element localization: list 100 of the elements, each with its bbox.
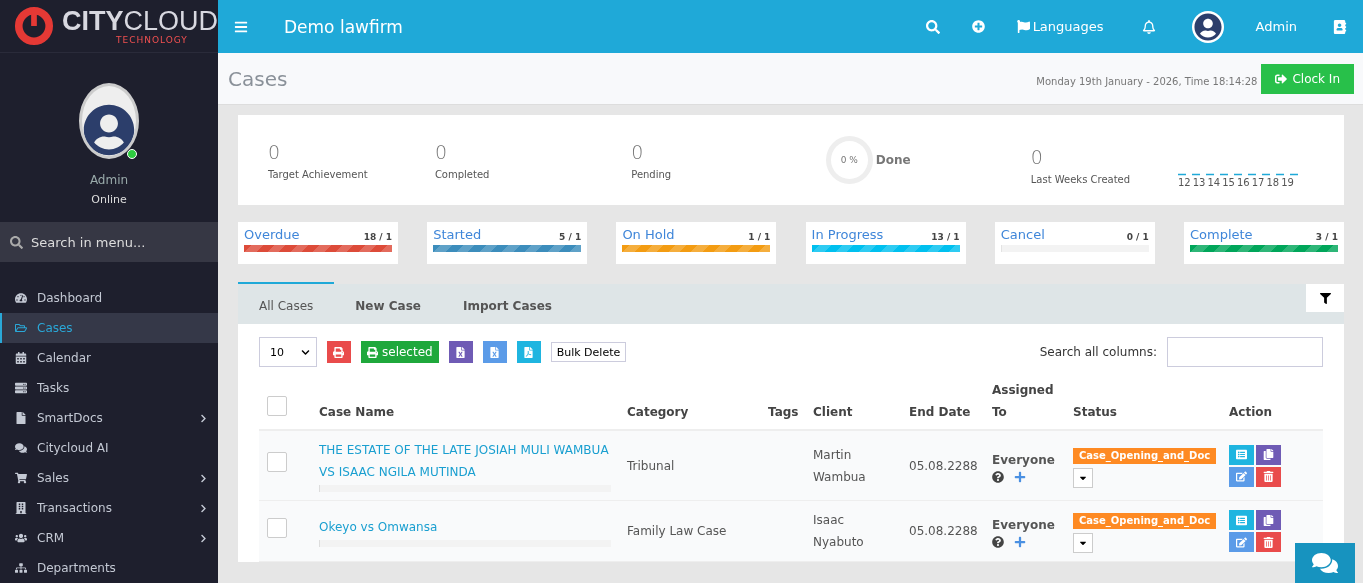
printer-icon — [367, 346, 378, 358]
sidebar-item[interactable]: Sales — [0, 463, 218, 493]
view-button[interactable] — [1229, 510, 1254, 530]
excel-button[interactable] — [482, 341, 507, 363]
status-badge: Case_Opening_and_Doc — [1073, 513, 1217, 529]
tab[interactable]: New Case — [334, 282, 442, 324]
brand-tagline: TECHNOLOGY — [115, 34, 189, 45]
chevron-icon — [301, 347, 310, 357]
status-badge: Case_Opening_and_Doc — [1073, 447, 1217, 464]
menu-search-field[interactable]: Search in menu... — [0, 222, 218, 262]
table-cell: Isaac Nyabuto — [805, 500, 901, 562]
filter-button[interactable] — [1306, 284, 1344, 312]
copy-button[interactable] — [1256, 510, 1281, 530]
table-cell: Martin Wambua — [805, 430, 901, 501]
stat-label: Completed — [434, 168, 491, 180]
edit-button[interactable] — [1229, 532, 1254, 552]
users-icon — [15, 532, 27, 544]
copy-icon — [1263, 449, 1274, 460]
trash-icon — [1263, 536, 1274, 548]
progress-ring: 0 % — [825, 136, 873, 184]
help-icon[interactable] — [992, 470, 1004, 483]
edit-button[interactable] — [1229, 466, 1254, 487]
search-label: Search all columns: — [1039, 345, 1157, 359]
status-count: 0 / 1 — [1126, 232, 1149, 242]
status-label: Overdue — [244, 227, 300, 242]
plus-icon[interactable] — [1014, 536, 1026, 548]
search-icon — [10, 235, 23, 249]
stat-value: 0 — [631, 140, 645, 163]
status-dropdown[interactable] — [1073, 467, 1093, 488]
delete-button[interactable] — [1256, 466, 1281, 487]
view-button[interactable] — [1229, 444, 1254, 465]
chat-icon — [15, 442, 27, 454]
chat-button[interactable] — [1295, 543, 1355, 583]
stat-value: 0 — [434, 140, 448, 163]
building-icon — [15, 502, 27, 514]
assigned-text: Everyone — [992, 517, 1056, 534]
status-count: 3 / 1 — [1315, 232, 1338, 242]
calendar-icon — [15, 352, 27, 364]
bulk-delete-button[interactable]: Bulk Delete — [550, 342, 627, 362]
status-dropdown[interactable] — [1073, 533, 1093, 553]
app-title: Demo lawfirm — [284, 16, 404, 37]
trash-icon — [1263, 471, 1274, 482]
copy-button[interactable] — [1256, 444, 1281, 465]
status-label: In Progress — [811, 227, 884, 242]
delete-button[interactable] — [1256, 532, 1281, 552]
sidebar-item[interactable]: Tasks — [0, 373, 218, 403]
menu-icon[interactable] — [234, 19, 248, 34]
cart-icon — [15, 472, 27, 484]
plus-icon[interactable] — [1014, 470, 1026, 483]
notebook-icon[interactable] — [1333, 19, 1347, 34]
filter-icon — [1319, 292, 1331, 304]
status-count: 13 / 1 — [931, 232, 960, 242]
sidebar-item[interactable]: CRM — [0, 523, 218, 553]
sidebar-item[interactable]: Cases — [0, 313, 218, 343]
checkbox[interactable] — [267, 396, 287, 416]
sidebar-item[interactable]: Departments — [0, 553, 218, 583]
table-cell: Tribunal — [619, 430, 760, 501]
list-icon — [1236, 514, 1247, 526]
done-label: Done — [875, 153, 911, 167]
stat-value: 0 — [1030, 145, 1044, 168]
sign-in-icon — [1275, 72, 1288, 85]
day-label: 14 — [1207, 176, 1221, 188]
checkbox[interactable] — [267, 517, 287, 538]
list-icon — [1236, 449, 1247, 460]
plus-icon[interactable] — [971, 20, 985, 33]
excel-file-icon — [454, 346, 466, 358]
stat-label: Target Achievement — [268, 168, 369, 180]
stat-label: Last Weeks Created — [1030, 173, 1132, 185]
day-label: 18 — [1266, 176, 1280, 188]
sidebar-item[interactable]: Calendar — [0, 343, 218, 373]
search-field[interactable] — [1167, 337, 1323, 367]
day-label: 15 — [1222, 176, 1235, 188]
bell-icon[interactable] — [1141, 19, 1156, 34]
status-count: 18 / 1 — [363, 232, 392, 242]
search-icon[interactable] — [925, 19, 940, 34]
day-label: 16 — [1236, 176, 1250, 188]
sidebar-item[interactable]: Citycloud AI — [0, 433, 218, 463]
avatar[interactable] — [1191, 10, 1224, 43]
status-label: Cancel — [1000, 227, 1045, 242]
checkbox[interactable] — [267, 452, 287, 472]
pdf-button[interactable] — [516, 341, 541, 363]
tab[interactable]: Import Cases — [441, 282, 573, 324]
stat-label: Pending — [631, 168, 673, 180]
day-label: 19 — [1281, 176, 1294, 188]
sidebar-item[interactable]: SmartDocs — [0, 403, 218, 433]
print-button[interactable] — [327, 341, 351, 363]
page-size-select[interactable]: 10 — [259, 337, 317, 367]
search-input[interactable]: Search in menu... — [29, 233, 199, 251]
help-icon[interactable] — [992, 536, 1004, 548]
sidebar-item[interactable]: Transactions — [0, 493, 218, 523]
status-label: Started — [433, 227, 482, 242]
brand-name: CITYCLOUD — [61, 7, 218, 35]
user-name: Admin — [89, 173, 129, 187]
excel-button[interactable] — [448, 341, 473, 363]
chat-icon — [1312, 550, 1338, 576]
status-count: 5 / 1 — [559, 232, 582, 242]
tab[interactable]: All Cases — [238, 282, 335, 324]
sidebar-item[interactable]: Dashboard — [0, 283, 218, 313]
copy-icon — [1263, 514, 1274, 526]
edit-icon — [1236, 536, 1247, 548]
